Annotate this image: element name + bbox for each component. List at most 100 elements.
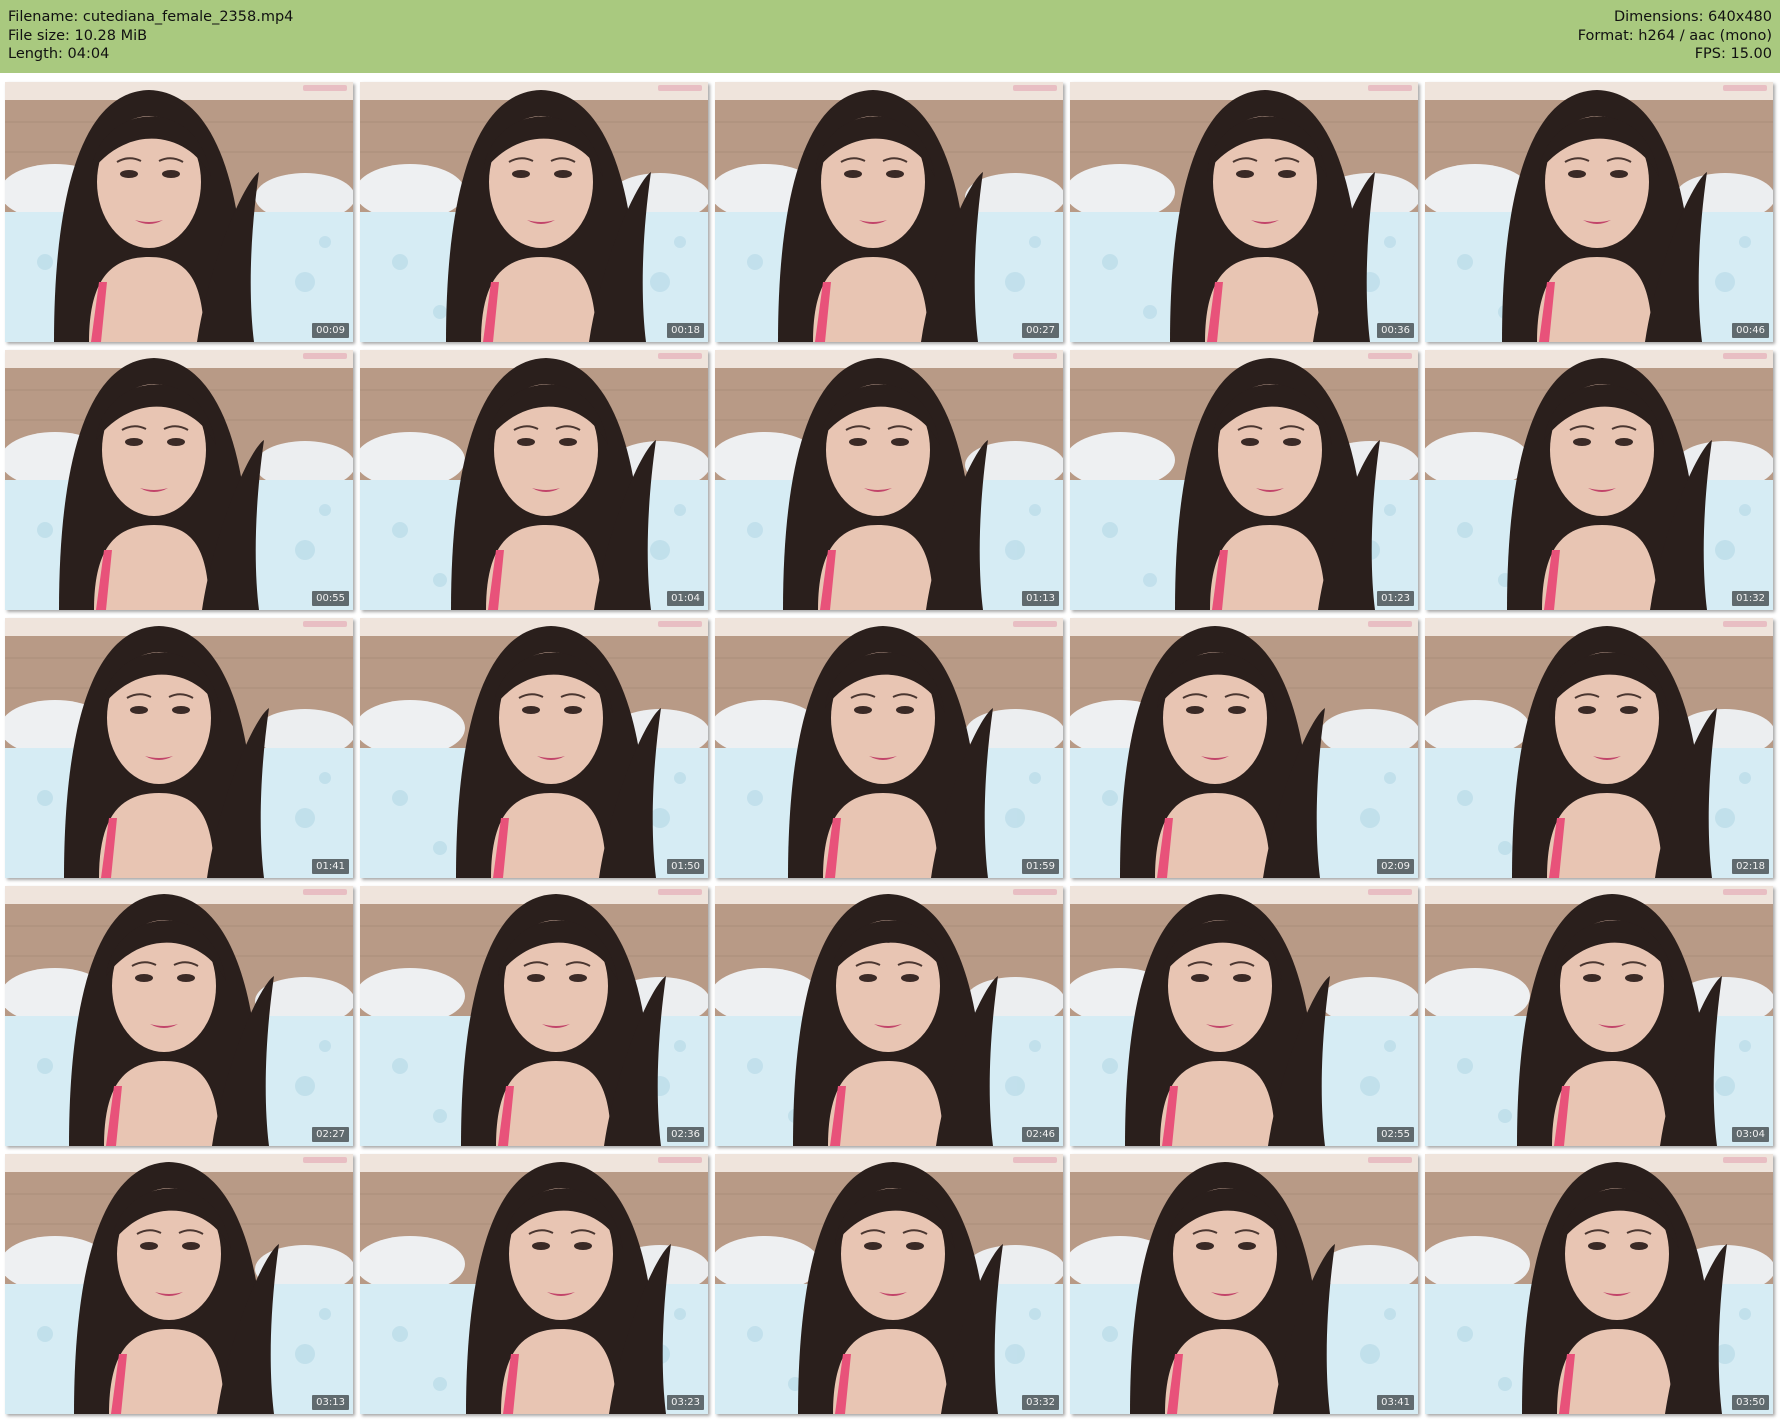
watermark-logo: [1723, 889, 1767, 895]
video-thumbnail: 01:50: [360, 618, 708, 878]
timestamp-label: 01:04: [667, 591, 704, 606]
video-thumbnail: 03:13: [5, 1154, 353, 1414]
watermark-logo: [1013, 353, 1057, 359]
video-thumbnail: 00:36: [1070, 82, 1418, 342]
timestamp-label: 03:13: [312, 1395, 349, 1410]
frame-image: [5, 350, 353, 610]
watermark-logo: [1723, 1157, 1767, 1163]
watermark-logo: [303, 889, 347, 895]
timestamp-label: 00:27: [1022, 323, 1059, 338]
timestamp-label: 03:41: [1377, 1395, 1414, 1410]
frame-image: [715, 82, 1063, 342]
frame-image: [360, 350, 708, 610]
frame-image: [715, 1154, 1063, 1414]
video-thumbnail: 01:32: [1425, 350, 1773, 610]
frame-image: [1425, 82, 1773, 342]
timestamp-label: 02:36: [667, 1127, 704, 1142]
frame-image: [1070, 350, 1418, 610]
watermark-logo: [1368, 1157, 1412, 1163]
video-thumbnail: 03:23: [360, 1154, 708, 1414]
watermark-logo: [1723, 353, 1767, 359]
frame-image: [1070, 1154, 1418, 1414]
watermark-logo: [658, 621, 702, 627]
frame-image: [1425, 350, 1773, 610]
watermark-logo: [658, 1157, 702, 1163]
frame-image: [360, 1154, 708, 1414]
video-thumbnail: 00:09: [5, 82, 353, 342]
watermark-logo: [303, 85, 347, 91]
video-thumbnail: 03:50: [1425, 1154, 1773, 1414]
video-thumbnail: 02:46: [715, 886, 1063, 1146]
frame-image: [5, 82, 353, 342]
timestamp-label: 02:18: [1732, 859, 1769, 874]
video-thumbnail: 01:23: [1070, 350, 1418, 610]
video-thumbnail: 02:36: [360, 886, 708, 1146]
timestamp-label: 03:32: [1022, 1395, 1059, 1410]
watermark-logo: [1723, 85, 1767, 91]
video-thumbnail: 02:09: [1070, 618, 1418, 878]
video-thumbnail: 02:27: [5, 886, 353, 1146]
frame-image: [1070, 618, 1418, 878]
video-thumbnail: 02:55: [1070, 886, 1418, 1146]
length-text: Length: 04:04: [8, 46, 110, 62]
video-thumbnail: 00:46: [1425, 82, 1773, 342]
timestamp-label: 01:41: [312, 859, 349, 874]
frame-image: [715, 886, 1063, 1146]
filename-text: Filename: cutediana_female_2358.mp4: [8, 9, 294, 25]
video-thumbnail: 03:41: [1070, 1154, 1418, 1414]
video-thumbnail: 01:41: [5, 618, 353, 878]
watermark-logo: [1013, 1157, 1057, 1163]
frame-image: [1425, 1154, 1773, 1414]
frame-image: [360, 618, 708, 878]
format-text: Format: h264 / aac (mono): [1577, 27, 1772, 44]
video-thumbnail: 03:04: [1425, 886, 1773, 1146]
watermark-logo: [1723, 621, 1767, 627]
video-thumbnail: 03:32: [715, 1154, 1063, 1414]
timestamp-label: 02:27: [312, 1127, 349, 1142]
timestamp-label: 00:36: [1377, 323, 1414, 338]
watermark-logo: [303, 1157, 347, 1163]
frame-image: [1425, 886, 1773, 1146]
frame-image: [1070, 82, 1418, 342]
video-thumbnail: 00:27: [715, 82, 1063, 342]
timestamp-label: 00:55: [312, 591, 349, 606]
watermark-logo: [658, 353, 702, 359]
frame-image: [5, 1154, 353, 1414]
watermark-logo: [1368, 621, 1412, 627]
watermark-logo: [658, 85, 702, 91]
frame-image: [360, 886, 708, 1146]
timestamp-label: 01:13: [1022, 591, 1059, 606]
timestamp-label: 02:55: [1377, 1127, 1414, 1142]
timestamp-label: 00:09: [312, 323, 349, 338]
watermark-logo: [1368, 353, 1412, 359]
video-thumbnail: 01:04: [360, 350, 708, 610]
file-info-left: Filename: cutediana_female_2358.mp4 File…: [8, 8, 293, 64]
frame-image: [715, 350, 1063, 610]
timestamp-label: 00:46: [1732, 323, 1769, 338]
timestamp-label: 01:50: [667, 859, 704, 874]
dimensions-text: Dimensions: 640x480: [1613, 9, 1772, 25]
file-info-header: Filename: cutediana_female_2358.mp4 File…: [0, 0, 1780, 73]
file-info-right: Dimensions: 640x480 Format: h264 / aac (…: [1578, 8, 1772, 64]
timestamp-label: 03:04: [1732, 1127, 1769, 1142]
watermark-logo: [1013, 889, 1057, 895]
watermark-logo: [303, 353, 347, 359]
timestamp-label: 01:32: [1732, 591, 1769, 606]
watermark-logo: [1013, 621, 1057, 627]
watermark-logo: [1368, 85, 1412, 91]
watermark-logo: [1013, 85, 1057, 91]
thumbnail-grid: 00:09 00:18 00:27 00:36 00:46 00:55 01:0…: [0, 82, 1780, 1423]
filesize-text: File size: 10.28 MiB: [8, 27, 148, 44]
video-thumbnail: 01:13: [715, 350, 1063, 610]
frame-image: [1070, 886, 1418, 1146]
video-thumbnail: 02:18: [1425, 618, 1773, 878]
video-thumbnail: 00:55: [5, 350, 353, 610]
watermark-logo: [1368, 889, 1412, 895]
frame-image: [1425, 618, 1773, 878]
watermark-logo: [658, 889, 702, 895]
frame-image: [715, 618, 1063, 878]
fps-text: FPS: 15.00: [1694, 46, 1772, 62]
timestamp-label: 03:23: [667, 1395, 704, 1410]
timestamp-label: 00:18: [667, 323, 704, 338]
frame-image: [5, 886, 353, 1146]
